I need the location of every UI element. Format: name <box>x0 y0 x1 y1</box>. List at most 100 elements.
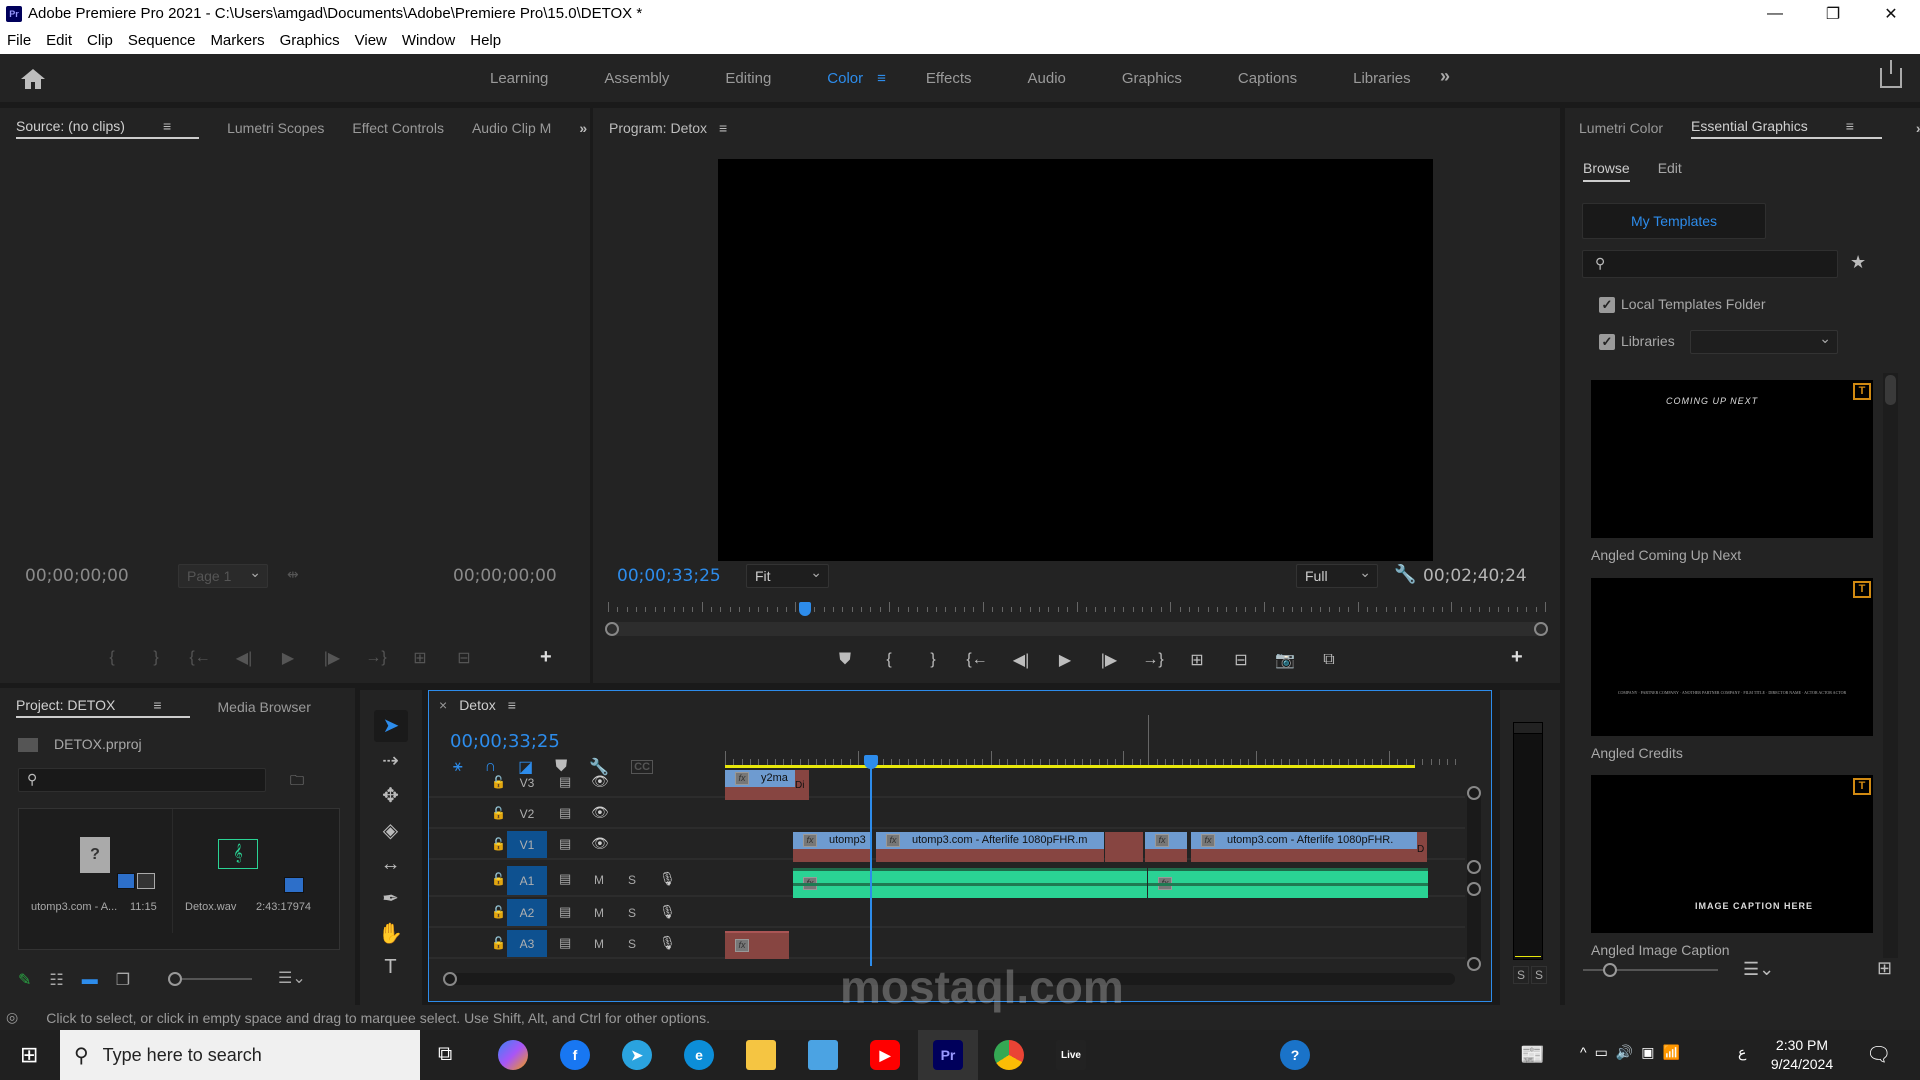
toggle-track-output-eye-icon[interactable]: 👁 <box>591 773 609 790</box>
timeline-playhead-line[interactable] <box>863 755 878 966</box>
tab-lumetri-scopes[interactable]: Lumetri Scopes <box>227 120 324 136</box>
tab-essential-graphics[interactable]: Essential Graphics ≡ <box>1691 118 1882 139</box>
track-target-a2[interactable]: A2 <box>507 899 547 926</box>
video-clip[interactable]: fx <box>1145 832 1187 862</box>
freeform-view-icon[interactable]: ❐ <box>116 970 130 990</box>
step-back-icon[interactable]: ◀| <box>999 650 1043 670</box>
template-item[interactable]: T IMAGE CAPTION HERE Angled Image Captio… <box>1591 775 1873 958</box>
add-marker-icon[interactable]: ⛊ <box>823 651 867 669</box>
export-frame-icon[interactable]: 📷 <box>1263 650 1307 670</box>
zoom-dropdown[interactable]: Fit <box>746 564 829 588</box>
scroll-handle-top[interactable] <box>1467 786 1481 800</box>
timeline-time-ruler[interactable] <box>725 715 1457 765</box>
task-view-icon[interactable]: ⧉ <box>438 1043 452 1066</box>
source-add-button[interactable]: + <box>540 646 552 669</box>
step-forward-icon[interactable]: |▶ <box>310 648 354 668</box>
toggle-sync-lock-icon[interactable]: ▤ <box>559 904 571 920</box>
slider-handle[interactable] <box>1603 963 1617 977</box>
project-menu-icon[interactable]: ≡ <box>153 697 161 713</box>
source-more-icon[interactable]: » <box>579 120 587 136</box>
mark-in-icon[interactable]: { <box>90 649 134 667</box>
toggle-track-output-eye-icon[interactable]: 👁 <box>591 804 609 821</box>
workspace-tab-color[interactable]: Color <box>799 70 871 87</box>
track-lock-icon[interactable]: 🔓 <box>491 872 506 886</box>
scroll-handle-left[interactable] <box>443 972 457 986</box>
program-add-button[interactable]: + <box>1511 646 1523 669</box>
this-pc-icon[interactable] <box>808 1040 838 1070</box>
workspace-tab-effects[interactable]: Effects <box>898 70 1000 87</box>
solo-track-button[interactable]: S <box>628 873 636 887</box>
notifications-icon[interactable]: 🗨 <box>1866 1042 1891 1067</box>
template-item[interactable]: T COMPANY · PARTNER COMPANY · ANOTHER PA… <box>1591 578 1873 761</box>
audio-clip[interactable]: fx <box>725 931 789 959</box>
toggle-sync-lock-icon[interactable]: ▤ <box>559 805 571 821</box>
go-to-in-icon[interactable]: {← <box>178 649 222 667</box>
track-lock-icon[interactable]: 🔓 <box>491 806 506 820</box>
program-zoom-scrollbar[interactable] <box>605 622 1548 636</box>
video-clip[interactable]: utomp3 fx <box>793 832 871 862</box>
go-to-out-icon[interactable]: →} <box>1131 651 1175 669</box>
project-item[interactable]: 𝄞 Detox.wav 2:43:17974 <box>172 809 322 933</box>
sort-icon[interactable]: ☰⌄ <box>278 968 306 988</box>
close-sequence-icon[interactable]: × <box>439 697 447 713</box>
file-explorer-icon[interactable] <box>746 1040 776 1070</box>
project-zoom-slider[interactable] <box>168 972 252 986</box>
scroll-handle-left[interactable] <box>605 622 619 636</box>
mute-track-button[interactable]: M <box>594 937 604 951</box>
toggle-track-output-eye-icon[interactable]: 👁 <box>591 835 609 852</box>
scroll-handle-right[interactable] <box>1534 622 1548 636</box>
menu-edit[interactable]: Edit <box>46 32 72 49</box>
menu-file[interactable]: File <box>7 32 31 49</box>
news-widget-icon[interactable]: 📰 <box>1520 1042 1545 1067</box>
track-select-forward-tool-icon[interactable]: ⇢ <box>378 748 403 773</box>
tab-media-browser[interactable]: Media Browser <box>218 699 311 715</box>
transition-clip[interactable]: D <box>1417 832 1427 862</box>
pen-tool-icon[interactable]: ✒ <box>378 886 403 911</box>
language-indicator[interactable]: ع <box>1738 1044 1746 1061</box>
menu-window[interactable]: Window <box>402 32 455 49</box>
play-icon[interactable]: ▶ <box>266 648 310 668</box>
project-item[interactable]: ? utomp3.com - A... 11:15 <box>19 809 171 933</box>
find-icon[interactable]: 🗀 <box>290 770 304 794</box>
workspace-more-icon[interactable]: » <box>1440 66 1450 87</box>
track-lock-icon[interactable]: 🔓 <box>491 936 506 950</box>
scroll-handle-video-bottom[interactable] <box>1467 860 1481 874</box>
writable-pencil-icon[interactable]: ✎ <box>18 970 31 990</box>
eg-search-input[interactable]: ⚲ <box>1582 250 1838 278</box>
menu-view[interactable]: View <box>355 32 387 49</box>
step-back-icon[interactable]: ◀| <box>222 648 266 668</box>
menu-clip[interactable]: Clip <box>87 32 113 49</box>
type-tool-icon[interactable]: T <box>378 956 403 979</box>
creative-cloud-icon[interactable]: ◎ <box>6 1009 18 1026</box>
track-target-v2[interactable]: V2 <box>507 800 547 827</box>
timeline-horizontal-scrollbar[interactable] <box>443 972 1455 986</box>
source-timecode-out[interactable]: 00;00;00;00 <box>453 566 557 586</box>
list-view-icon[interactable]: ☷ <box>49 970 63 990</box>
system-tray-icons[interactable]: ^▭🔊▣📶 <box>1580 1044 1688 1061</box>
share-icon[interactable] <box>1880 60 1902 88</box>
quality-dropdown[interactable]: Full <box>1296 564 1378 588</box>
tab-lumetri-color[interactable]: Lumetri Color <box>1579 120 1663 136</box>
track-target-a1[interactable]: A1 <box>507 866 547 895</box>
go-to-out-icon[interactable]: →} <box>354 649 398 667</box>
favorite-star-icon[interactable]: ★ <box>1850 252 1866 273</box>
solo-left-button[interactable]: S <box>1513 966 1530 984</box>
slip-tool-icon[interactable]: ↔ <box>378 853 403 876</box>
eg-menu-icon[interactable]: ≡ <box>1846 118 1854 134</box>
transition-clip[interactable]: Di <box>795 770 809 800</box>
video-clip[interactable]: utomp3.com - Afterlife 1080pFHR. fx <box>1191 832 1423 862</box>
timeline-playhead[interactable] <box>863 755 878 769</box>
program-time-ruler[interactable] <box>608 600 1546 612</box>
play-icon[interactable]: ▶ <box>1043 650 1087 670</box>
overwrite-icon[interactable]: ⊟ <box>442 648 486 668</box>
audio-clip[interactable]: fx <box>1148 868 1428 898</box>
workspace-tab-graphics[interactable]: Graphics <box>1094 70 1210 87</box>
wrench-icon[interactable]: 🔧 <box>1394 564 1416 585</box>
voice-over-record-mic-icon[interactable]: 🎙 <box>659 871 676 887</box>
toggle-sync-lock-icon[interactable]: ▤ <box>559 935 571 951</box>
solo-track-button[interactable]: S <box>628 937 636 951</box>
workspace-tab-captions[interactable]: Captions <box>1210 70 1325 87</box>
toggle-sync-lock-icon[interactable]: ▤ <box>559 774 571 790</box>
voice-over-record-mic-icon[interactable]: 🎙 <box>659 904 676 920</box>
workspace-tab-audio[interactable]: Audio <box>1000 70 1094 87</box>
